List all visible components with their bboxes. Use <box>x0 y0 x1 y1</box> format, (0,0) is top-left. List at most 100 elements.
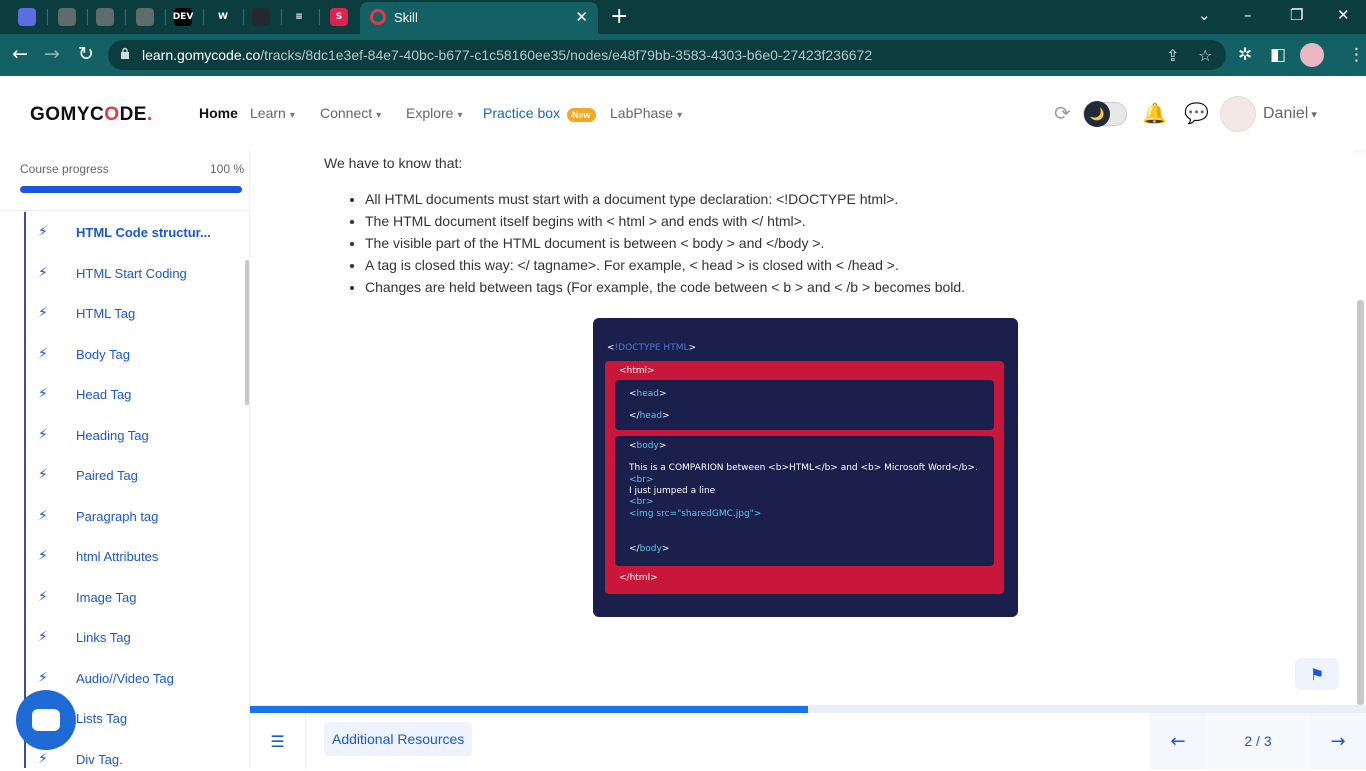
globe-icon[interactable] <box>96 8 114 26</box>
sidebar-lesson-item[interactable]: ⚡ Links Tag <box>38 627 238 649</box>
close-window-button[interactable]: ✕ <box>1337 6 1350 24</box>
chevron-down-icon: ▾ <box>1311 109 1317 121</box>
sidebar-lesson-item[interactable]: ⚡ HTML Start Coding <box>38 263 238 285</box>
head-close-tag: </head> <box>629 411 670 421</box>
url-input[interactable]: learn.gomycode.co/tracks/8dc1e3ef-84e7-4… <box>108 40 1226 70</box>
sidebar-lesson-item[interactable]: ⚡ Heading Tag <box>38 425 238 447</box>
bookmark-star-icon[interactable]: ☆ <box>1198 46 1212 65</box>
head-open-tag: <head> <box>629 389 667 399</box>
code-line: <img src="sharedGMC.jpg"> <box>629 509 762 519</box>
chat-bubble-icon <box>32 709 60 731</box>
lightning-icon: ⚡ <box>38 386 48 402</box>
minimize-window-button[interactable]: – <box>1244 6 1252 24</box>
sync-icon[interactable]: ⟳ <box>1054 101 1071 125</box>
table-of-contents-button[interactable]: ☰ <box>250 713 306 769</box>
chrome-app-icon[interactable] <box>18 8 36 26</box>
key-point-item: The HTML document itself begins with < h… <box>365 210 1265 232</box>
lightning-icon: ⚡ <box>38 426 48 443</box>
sidebar-lesson-item[interactable]: ⚡ Body Tag <box>38 344 238 366</box>
lesson-progress-bar <box>250 706 1366 713</box>
course-sidebar: Course progress 100 % ⚡ HTML Code structu… <box>0 150 250 768</box>
back-icon[interactable]: ← <box>12 43 28 65</box>
course-progress-label: Course progress <box>20 162 109 176</box>
browser-profile-avatar[interactable] <box>1300 43 1324 67</box>
sidebar-scrollbar[interactable] <box>245 260 249 405</box>
reload-icon[interactable]: ↻ <box>78 43 94 65</box>
list-icon: ☰ <box>270 731 285 751</box>
stackoverflow-icon[interactable]: ≡ <box>290 8 308 26</box>
forward-icon[interactable]: → <box>44 43 60 65</box>
nav-connect[interactable]: Connect ▾ <box>320 105 381 121</box>
messages-icon[interactable]: 💬 <box>1184 101 1209 125</box>
sidebar-lesson-label: Head Tag <box>76 387 132 402</box>
code-line: <br> <box>629 475 654 485</box>
head-block: <head> </head> <box>615 380 994 430</box>
lightning-icon: ⚡ <box>38 305 48 321</box>
html-open-tag: <html> <box>619 366 655 376</box>
sidebar-lesson-item[interactable]: ⚡ Audio//Video Tag <box>38 668 238 690</box>
chevron-down-icon: ▾ <box>677 110 683 121</box>
globe-icon[interactable] <box>58 8 76 26</box>
sidebar-lesson-item[interactable]: ⚡ Head Tag <box>38 384 238 406</box>
additional-resources-button[interactable]: Additional Resources <box>324 722 473 756</box>
html-structure-diagram: <!DOCTYPE HTML> <html> <head> </head> <b… <box>593 318 1018 617</box>
nav-labphase[interactable]: LabPhase ▾ <box>610 105 682 121</box>
browser-menu-icon[interactable]: ⋮ <box>1348 45 1365 65</box>
active-tab[interactable]: Skill ✕ <box>360 2 598 34</box>
flag-icon: ⚑ <box>1309 664 1325 684</box>
chevron-down-icon: ▾ <box>457 110 463 121</box>
nav-practice-box[interactable]: Practice box <box>483 105 560 121</box>
dev-icon[interactable]: DEV <box>173 8 193 26</box>
body-open-tag: <body> <box>629 441 667 451</box>
lesson-timeline <box>24 212 26 768</box>
course-progress-bar <box>20 186 242 193</box>
extensions-puzzle-icon[interactable]: ✲ <box>1238 45 1252 65</box>
github-icon[interactable] <box>252 8 270 26</box>
report-flag-button[interactable]: ⚑ <box>1295 658 1339 690</box>
globe-icon[interactable] <box>136 8 154 26</box>
lightning-icon: ⚡ <box>38 507 48 524</box>
code-line: I just jumped a line <box>629 486 716 496</box>
nest-icon[interactable]: S <box>330 8 348 26</box>
nav-explore[interactable]: Explore ▾ <box>406 105 463 121</box>
sidebar-lesson-item[interactable]: ⚡ HTML Code structur... <box>38 222 238 244</box>
sidebar-lesson-label: Image Tag <box>76 589 137 605</box>
sidebar-lesson-label: Body Tag <box>76 346 130 362</box>
lightning-icon: ⚡ <box>38 224 48 240</box>
url-text: learn.gomycode.co/tracks/8dc1e3ef-84e7-4… <box>142 47 873 63</box>
sidebar-lesson-item[interactable]: ⚡ Image Tag <box>38 587 238 609</box>
sidebar-lesson-item[interactable]: ⚡ HTML Tag <box>38 303 238 325</box>
share-icon[interactable]: ⇪ <box>1166 46 1179 65</box>
lightning-icon: ⚡ <box>38 264 48 281</box>
user-avatar[interactable] <box>1220 96 1256 132</box>
w-icon[interactable]: W <box>214 8 232 26</box>
nav-learn[interactable]: Learn ▾ <box>250 105 295 121</box>
sidebar-lesson-label: Paired Tag <box>76 468 138 483</box>
lock-icon <box>121 47 129 59</box>
lesson-progress-fill <box>250 706 808 713</box>
chat-support-button[interactable] <box>16 690 76 750</box>
close-tab-icon[interactable]: ✕ <box>575 8 588 26</box>
tab-search-icon[interactable]: ⌄ <box>1198 6 1211 24</box>
sidebar-lesson-label: HTML Code structur... <box>76 225 211 240</box>
next-page-button[interactable]: → <box>1310 713 1366 769</box>
sidebar-lesson-label: Lists Tag <box>76 711 128 726</box>
gomycode-logo[interactable]: GOMYCODE. <box>30 104 153 126</box>
previous-page-button[interactable]: ← <box>1150 713 1206 769</box>
sidebar-lesson-item[interactable]: ⚡ Paragraph tag <box>38 506 238 528</box>
sidebar-lesson-item[interactable]: ⚡ Paired Tag <box>38 465 238 487</box>
user-menu[interactable]: Daniel ▾ <box>1263 105 1317 123</box>
sidebar-lesson-item[interactable]: ⚡ html Attributes <box>38 546 238 568</box>
lightning-icon: ⚡ <box>38 750 48 767</box>
body-block: <body> This is a COMPARION between <b>HT… <box>615 436 994 566</box>
browser-tab-bar: DEV W ≡ S Skill ✕ + ⌄ – ❐ ✕ <box>0 0 1366 34</box>
side-panel-icon[interactable]: ◧ <box>1270 45 1286 65</box>
nav-home[interactable]: Home <box>199 105 238 121</box>
sidebar-lesson-item[interactable]: ⚡ Div Tag. <box>38 749 238 771</box>
dark-mode-toggle[interactable]: 🌙 <box>1083 101 1127 127</box>
content-scrollbar[interactable] <box>1357 300 1364 705</box>
new-tab-button[interactable]: + <box>610 4 628 29</box>
restore-window-button[interactable]: ❐ <box>1290 6 1303 24</box>
notification-bell-icon[interactable]: 🔔 <box>1142 101 1167 125</box>
sidebar-lesson-label: Audio//Video Tag <box>76 670 174 686</box>
